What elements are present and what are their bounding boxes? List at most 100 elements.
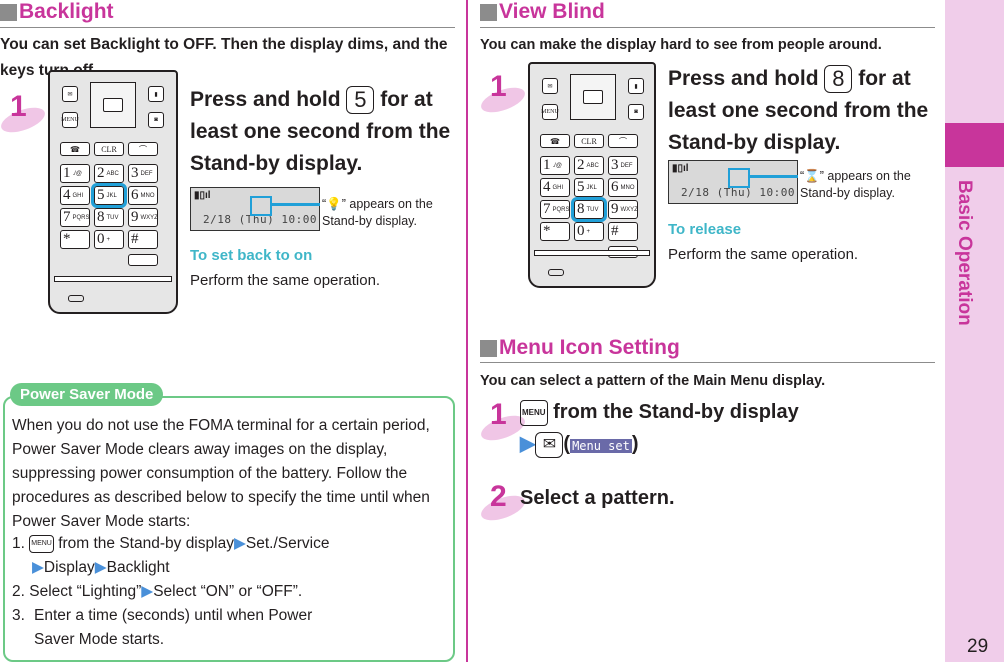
chapter-label: Basic Operation xyxy=(954,180,975,326)
function-key: ☎ xyxy=(540,134,570,148)
step-num: 1. xyxy=(12,535,25,552)
sub-text-release: Perform the same operation. xyxy=(668,246,859,263)
function-key: ☎ xyxy=(60,142,90,156)
step-line-2: ▶ ✉(Menu set) xyxy=(520,428,940,462)
section-title-text: Backlight xyxy=(19,0,114,23)
step-number: 2 xyxy=(490,480,507,513)
softkey-label: Menu set xyxy=(570,439,632,453)
section-rule xyxy=(480,362,935,363)
key-5-icon: 5 xyxy=(346,86,375,115)
section-title-menu-icon: Menu Icon Setting xyxy=(480,336,680,360)
speaker-slot xyxy=(548,269,564,276)
phone-key-8: 8 TUV xyxy=(571,197,607,222)
step-num: 2. xyxy=(12,583,25,600)
backlight-caption: “💡” appears on the Stand-by display. xyxy=(322,196,457,230)
side-key: MENU xyxy=(61,112,79,128)
step-text: from the Stand-by display xyxy=(553,401,799,423)
section-title-text: View Blind xyxy=(499,0,605,23)
speaker-slot xyxy=(68,295,84,302)
step-text-before: Press and hold xyxy=(190,88,341,111)
arrow-right-icon: ▶ xyxy=(141,583,154,600)
side-key: ◙ xyxy=(148,112,164,128)
menu-key-icon: MENU xyxy=(29,534,54,553)
phone-key-6: 6 MNO xyxy=(608,178,638,197)
phone-key-#: # xyxy=(128,230,158,249)
step-text: Select “Lighting” xyxy=(29,583,142,600)
mail-key-icon: ✉ xyxy=(535,431,564,458)
phone-illustration-backlight: ✉ MENU ▮ ◙ ☎ CLR ⌒ 1 ./@ 2 ABC 3 DEF 4 GHI 5 JKL 6 MNO 7 PQR… xyxy=(48,70,178,314)
phone-key-*: * xyxy=(540,222,570,241)
power-saver-step-1: 1. MENU from the Stand-by display▶Set./S… xyxy=(12,532,447,556)
phone-key-7: 7 PQRS xyxy=(540,200,570,219)
clear-key xyxy=(128,254,158,266)
path-item: Backlight xyxy=(106,559,170,576)
phone-key-8: 8 TUV xyxy=(94,208,124,227)
arrow-right-icon: ▶ xyxy=(32,559,44,576)
side-key: ▮ xyxy=(628,78,644,94)
phone-hinge xyxy=(54,276,172,282)
side-key: ◙ xyxy=(628,104,644,120)
section-title-view-blind: View Blind xyxy=(480,0,605,24)
backlight-step-1-text: Press and hold 5 for at least one second… xyxy=(190,84,455,180)
leader-line xyxy=(270,203,320,206)
highlight-box xyxy=(728,168,750,188)
step-text: Enter a time (seconds) until when Power … xyxy=(34,607,313,648)
side-key: ✉ xyxy=(542,78,558,94)
arrow-right-icon: ▶ xyxy=(520,433,536,455)
phone-key-*: * xyxy=(60,230,90,249)
step-number: 1 xyxy=(490,70,507,103)
antenna-icon: ▮▯ıl xyxy=(672,163,689,174)
step-line-1: MENU from the Stand-by display xyxy=(520,396,940,428)
phone-key-1: 1 ./@ xyxy=(540,156,570,175)
phone-key-6: 6 MNO xyxy=(128,186,158,205)
path-item: Display xyxy=(43,559,95,576)
section-rule xyxy=(0,27,455,28)
phone-key-2: 2 ABC xyxy=(574,156,604,175)
menu-icon-step-2-text: Select a pattern. xyxy=(520,487,675,509)
function-key: ⌒ xyxy=(608,134,638,148)
function-key: CLR xyxy=(94,142,124,156)
antenna-icon: ▮▯ıl xyxy=(194,190,211,201)
phone-key-3: 3 DEF xyxy=(608,156,638,175)
section-square-icon xyxy=(480,339,497,357)
function-key: CLR xyxy=(574,134,604,148)
phone-key-7: 7 PQRS xyxy=(60,208,90,227)
side-key: MENU xyxy=(541,104,559,120)
section-title-backlight: Backlight xyxy=(0,0,114,24)
side-key: ✉ xyxy=(62,86,78,102)
phone-illustration-view-blind: ✉ MENU ▮ ◙ ☎ CLR ⌒ 1 ./@ 2 ABC 3 DEF 4 GHI 5 JKL 6 MNO 7 PQR… xyxy=(528,62,656,288)
power-saver-step-1-cont: ▶Display▶Backlight xyxy=(12,556,447,580)
leader-line xyxy=(748,175,798,178)
section-square-icon xyxy=(0,3,17,21)
nav-key xyxy=(90,82,136,128)
side-key: ▮ xyxy=(148,86,164,102)
arrow-right-icon: ▶ xyxy=(233,535,246,552)
path-item: Set./Service xyxy=(245,535,330,552)
phone-key-0: 0 + xyxy=(94,230,124,249)
view-blind-lead: You can make the display hard to see fro… xyxy=(480,37,882,53)
key-8-icon: 8 xyxy=(824,65,853,94)
phone-key-1: 1 ./@ xyxy=(60,164,90,183)
chapter-marker xyxy=(945,123,1004,167)
phone-key-5: 5 JKL xyxy=(91,183,127,208)
path-item: Select “ON” or “OFF”. xyxy=(153,583,303,600)
phone-key-4: 4 GHI xyxy=(540,178,570,197)
view-blind-caption: “⌛” appears on the Stand-by display. xyxy=(800,168,940,202)
phone-key-9: 9 WXYZ xyxy=(128,208,158,227)
arrow-right-icon: ▶ xyxy=(94,559,107,576)
sub-heading-set-back: To set back to on xyxy=(190,247,313,264)
phone-key-5: 5 JKL xyxy=(574,178,604,197)
menu-icon-lead: You can select a pattern of the Main Men… xyxy=(480,373,826,389)
view-blind-step-1-text: Press and hold 8 for at least one second… xyxy=(668,63,938,159)
phone-key-3: 3 DEF xyxy=(128,164,158,183)
power-saver-intro: When you do not use the FOMA terminal fo… xyxy=(12,417,430,530)
power-saver-tab: Power Saver Mode xyxy=(10,383,164,406)
phone-hinge xyxy=(534,250,650,256)
phone-key-9: 9 WXYZ xyxy=(608,200,638,219)
function-key: ⌒ xyxy=(128,142,158,156)
section-title-text: Menu Icon Setting xyxy=(499,336,680,359)
step-num: 3. xyxy=(12,607,25,624)
step-number: 1 xyxy=(10,90,27,123)
section-rule xyxy=(480,27,935,28)
power-saver-step-2: 2. Select “Lighting”▶Select “ON” or “OFF… xyxy=(12,580,447,604)
